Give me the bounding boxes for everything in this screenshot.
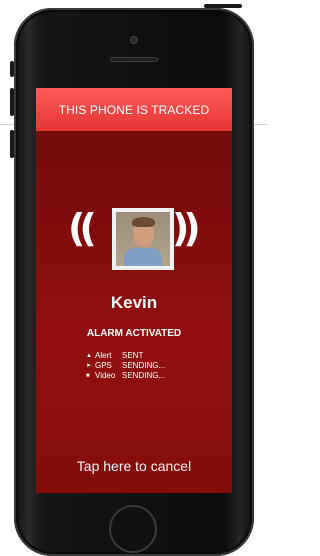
photo-shirt: [124, 248, 162, 266]
status-value: SENT: [122, 351, 144, 360]
home-button[interactable]: [109, 505, 157, 553]
tracked-banner: THIS PHONE IS TRACKED: [36, 88, 232, 131]
alarm-status-title: ALARM ACTIVATED: [86, 328, 182, 339]
status-list: ▲ Alert SENT ➤ GPS SENDING... ■ Video SE…: [86, 351, 165, 381]
contact-photo: [116, 212, 170, 266]
alert-icon: ▲: [86, 353, 92, 359]
status-label: GPS: [95, 361, 112, 370]
status-value: SENDING...: [122, 371, 166, 380]
signal-left-icon: ((: [68, 206, 97, 250]
status-label: Alert: [95, 351, 112, 360]
gps-icon: ➤: [86, 363, 92, 369]
photo-hair: [132, 217, 155, 227]
video-icon: ■: [86, 373, 90, 379]
avatar: [112, 208, 174, 270]
status-label: Video: [95, 371, 116, 380]
contact-name: Kevin: [110, 293, 158, 312]
phone-frame: THIS PHONE IS TRACKED (( )) Kevin ALARM …: [14, 8, 254, 556]
front-camera: [130, 36, 138, 44]
cancel-button[interactable]: Tap here to cancel: [36, 458, 232, 474]
status-row-gps: ➤ GPS SENDING...: [86, 361, 165, 371]
status-row-video: ■ Video SENDING...: [86, 371, 165, 381]
status-value: SENDING...: [122, 361, 166, 370]
tracked-banner-text: THIS PHONE IS TRACKED: [58, 102, 210, 117]
status-row-alert: ▲ Alert SENT: [86, 351, 165, 361]
earpiece-speaker: [110, 57, 158, 62]
signal-right-icon: )): [172, 206, 201, 250]
alarm-screen: THIS PHONE IS TRACKED (( )) Kevin ALARM …: [36, 88, 232, 493]
